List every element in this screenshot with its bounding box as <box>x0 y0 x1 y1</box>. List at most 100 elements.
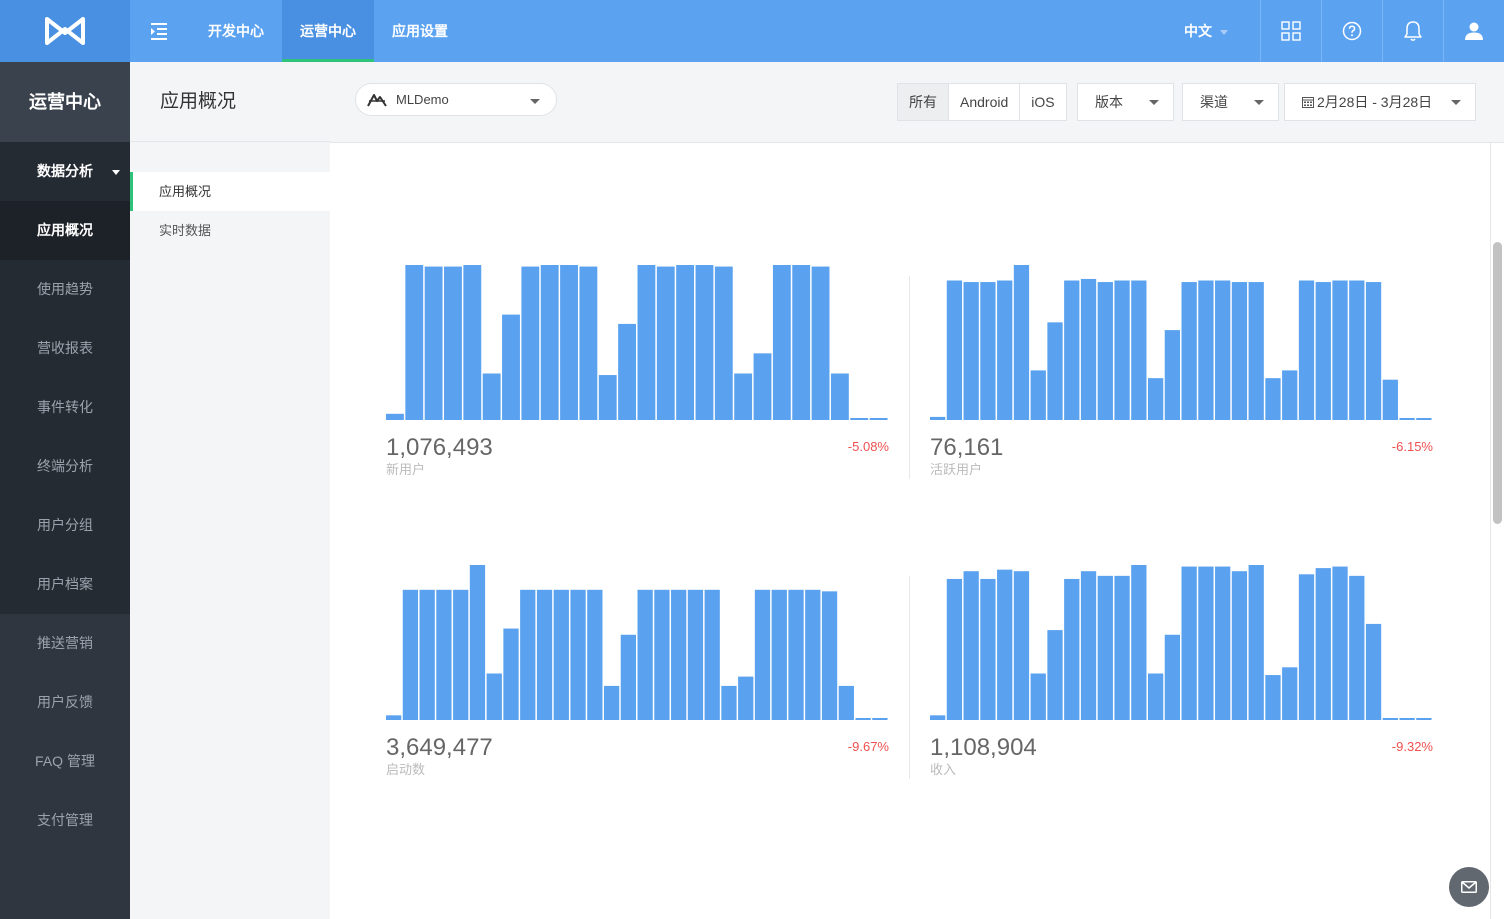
sidebar-item-usage-trend[interactable]: 使用趋势 <box>0 260 130 319</box>
channel-dropdown[interactable]: 渠道 <box>1182 83 1279 121</box>
chart-bar[interactable] <box>386 413 404 420</box>
chart-bar[interactable] <box>587 589 603 720</box>
chart-bar[interactable] <box>704 589 720 720</box>
chart-bar[interactable] <box>997 280 1013 421</box>
chart-bar[interactable] <box>419 589 435 720</box>
chart-bar[interactable] <box>463 265 482 420</box>
chart-bar[interactable] <box>1013 571 1030 720</box>
nav-ops-center[interactable]: 运营中心 <box>282 0 374 62</box>
chart-bar[interactable] <box>1064 578 1080 720</box>
chart-bar[interactable] <box>520 589 536 720</box>
chart-bar[interactable] <box>654 589 670 720</box>
apps-grid-button[interactable] <box>1260 0 1321 62</box>
chart-bar[interactable] <box>772 265 791 420</box>
chart-bar[interactable] <box>1198 280 1214 421</box>
nav-dev-center[interactable]: 开发中心 <box>190 0 282 62</box>
chart-bar[interactable] <box>671 589 687 720</box>
chart-bar[interactable] <box>687 589 704 720</box>
chart-bar[interactable] <box>792 265 811 420</box>
chart-bar[interactable] <box>1382 718 1398 720</box>
chart-bar[interactable] <box>521 266 540 420</box>
chart-bar[interactable] <box>1282 667 1298 720</box>
chart-bar[interactable] <box>754 589 771 720</box>
chart-bar[interactable] <box>980 578 996 720</box>
chart-bar[interactable] <box>1349 575 1365 720</box>
chart-bar[interactable] <box>1298 280 1315 421</box>
chart-bar[interactable] <box>695 265 714 420</box>
chart-bar[interactable] <box>1164 330 1180 420</box>
chart-bar[interactable] <box>1265 378 1281 420</box>
chart-bar[interactable] <box>753 353 772 420</box>
chart-bar[interactable] <box>1164 634 1180 720</box>
chart-bar[interactable] <box>540 265 559 420</box>
chart-bar[interactable] <box>963 571 979 720</box>
chart-bar[interactable] <box>1315 568 1331 720</box>
sidebar-item-user-groups[interactable]: 用户分组 <box>0 496 130 555</box>
chart-bar[interactable] <box>1181 566 1197 720</box>
chart-bar[interactable] <box>436 589 452 720</box>
menu-toggle-icon[interactable] <box>148 20 170 42</box>
chart-bar[interactable] <box>469 565 486 720</box>
chart-bar[interactable] <box>838 685 854 720</box>
chart-bar[interactable] <box>734 373 753 421</box>
chart-bar[interactable] <box>1097 282 1113 420</box>
chart-bar[interactable] <box>444 266 462 420</box>
chart-bar[interactable] <box>850 418 869 420</box>
chart-bar[interactable] <box>1248 282 1264 420</box>
chart-bar[interactable] <box>386 715 402 720</box>
message-button[interactable] <box>1449 867 1489 907</box>
scrollbar-thumb[interactable] <box>1493 242 1502 524</box>
chart-bar[interactable] <box>1215 280 1231 421</box>
chart-bar[interactable] <box>620 634 636 720</box>
chart-bar[interactable] <box>788 589 804 720</box>
chart-bar[interactable] <box>946 280 963 421</box>
chart-bar[interactable] <box>997 569 1013 720</box>
chart-bar[interactable] <box>570 589 586 720</box>
chart-bar[interactable] <box>1231 571 1248 720</box>
chart-bar[interactable] <box>869 418 888 420</box>
chart-bar[interactable] <box>637 265 656 420</box>
chart-bar[interactable] <box>482 373 501 421</box>
sidebar-item-app-overview[interactable]: 应用概况 <box>0 201 130 260</box>
chart-bar[interactable] <box>503 628 519 720</box>
chart-bar[interactable] <box>1030 370 1046 420</box>
chart-bar[interactable] <box>1047 322 1063 420</box>
sidebar-item-user-profiles[interactable]: 用户档案 <box>0 555 130 614</box>
sidebar-item-push-marketing[interactable]: 推送营销 <box>0 614 130 673</box>
chart-bar[interactable] <box>536 589 553 720</box>
chart-bar[interactable] <box>1013 265 1030 420</box>
sub-nav-app-overview[interactable]: 应用概况 <box>130 172 330 211</box>
chart-bar[interactable] <box>502 314 520 420</box>
chart-bar[interactable] <box>618 323 636 420</box>
chart-bar[interactable] <box>1080 278 1097 420</box>
chart-bar[interactable] <box>676 265 695 420</box>
chart-bar[interactable] <box>1365 623 1382 720</box>
chart-bar[interactable] <box>771 589 787 720</box>
chart-bar[interactable] <box>424 266 443 420</box>
sidebar-group-head[interactable]: 数据分析 <box>0 142 130 201</box>
sidebar-item-faq[interactable]: FAQ 管理 <box>0 732 130 791</box>
chart-bar[interactable] <box>598 375 617 420</box>
chart-bar[interactable] <box>1131 565 1147 720</box>
chart-bar[interactable] <box>872 718 888 720</box>
chart-bar[interactable] <box>486 673 502 721</box>
chart-bar[interactable] <box>1114 280 1130 421</box>
chart-bar[interactable] <box>930 715 946 720</box>
chart-bar[interactable] <box>1399 718 1415 720</box>
chart-bar[interactable] <box>821 591 838 720</box>
chart-bar[interactable] <box>1332 280 1348 421</box>
chart-bar[interactable] <box>830 373 849 421</box>
chart-bar[interactable] <box>1114 575 1130 720</box>
chart-bar[interactable] <box>405 265 424 420</box>
chart-bar[interactable] <box>855 718 871 720</box>
chart-bar[interactable] <box>1181 282 1197 420</box>
chart-bar[interactable] <box>453 589 469 720</box>
chart-bar[interactable] <box>1215 566 1231 720</box>
chart-bar[interactable] <box>980 282 996 420</box>
chart-bar[interactable] <box>946 578 963 720</box>
sidebar-item-payment[interactable]: 支付管理 <box>0 791 130 850</box>
sidebar-item-device-analysis[interactable]: 终端分析 <box>0 437 130 496</box>
sidebar-item-revenue-report[interactable]: 营收报表 <box>0 319 130 378</box>
chart-bar[interactable] <box>637 589 653 720</box>
chart-bar[interactable] <box>1080 571 1097 720</box>
